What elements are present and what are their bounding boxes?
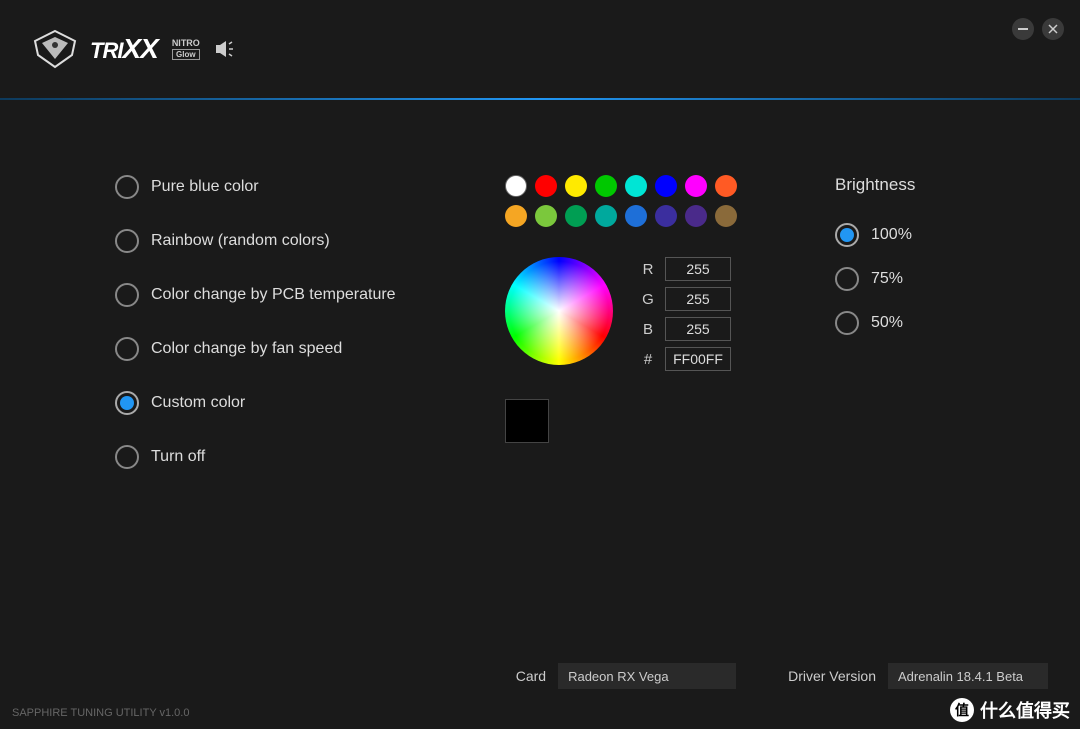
swatch-10[interactable] (565, 205, 587, 227)
mode-custom[interactable]: Custom color (115, 391, 445, 415)
watermark: 值 什么值得买 (950, 697, 1070, 723)
swatch-grid (505, 175, 745, 227)
swatch-15[interactable] (715, 205, 737, 227)
radio-icon (115, 391, 139, 415)
swatch-6[interactable] (685, 175, 707, 197)
swatch-12[interactable] (625, 205, 647, 227)
minimize-icon (1018, 28, 1028, 30)
g-input[interactable] (665, 287, 731, 311)
card-value: Radeon RX Vega (558, 663, 736, 689)
mode-label: Turn off (151, 448, 205, 466)
brightness-options: 100% 75% 50% (835, 223, 1015, 335)
mode-pcb-temp[interactable]: Color change by PCB temperature (115, 283, 445, 307)
swatch-9[interactable] (535, 205, 557, 227)
hex-row: # (641, 347, 731, 371)
swatch-0[interactable] (505, 175, 527, 197)
main-content: Pure blue color Rainbow (random colors) Co… (0, 100, 1080, 663)
swatch-7[interactable] (715, 175, 737, 197)
brightness-b75[interactable]: 75% (835, 267, 1015, 291)
swatch-14[interactable] (685, 205, 707, 227)
watermark-text: 什么值得买 (980, 697, 1070, 723)
r-input[interactable] (665, 257, 731, 281)
color-picker-column: R G B # (505, 175, 775, 633)
driver-value: Adrenalin 18.4.1 Beta (888, 663, 1048, 689)
mode-label: Pure blue color (151, 178, 259, 196)
mode-fan-speed[interactable]: Color change by fan speed (115, 337, 445, 361)
r-label: R (641, 261, 655, 278)
watermark-icon: 值 (950, 698, 974, 722)
mode-selection-column: Pure blue color Rainbow (random colors) Co… (115, 175, 445, 633)
radio-icon (835, 311, 859, 335)
radio-icon (835, 223, 859, 247)
brightness-column: Brightness 100% 75% 50% (835, 175, 1015, 633)
mode-label: Color change by fan speed (151, 340, 342, 358)
sound-icon (214, 40, 234, 58)
minimize-button[interactable] (1012, 18, 1034, 40)
color-wheel[interactable] (505, 257, 613, 365)
brightness-b50[interactable]: 50% (835, 311, 1015, 335)
radio-icon (835, 267, 859, 291)
mode-label: Custom color (151, 394, 245, 412)
mode-rainbow[interactable]: Rainbow (random colors) (115, 229, 445, 253)
swatch-1[interactable] (535, 175, 557, 197)
sapphire-logo-icon (30, 29, 80, 69)
picker-row: R G B # (505, 257, 775, 371)
hex-input[interactable] (665, 347, 731, 371)
radio-icon (115, 283, 139, 307)
nitro-glow-badge: NITRO Glow (172, 38, 200, 60)
product-name: TRIXX (90, 33, 158, 65)
app-header: TRIXX NITRO Glow (0, 0, 1080, 98)
color-preview (505, 399, 549, 443)
version-text: SAPPHIRE TUNING UTILITY v1.0.0 (0, 707, 1080, 729)
swatch-11[interactable] (595, 205, 617, 227)
swatch-8[interactable] (505, 205, 527, 227)
b-label: B (641, 321, 655, 338)
mode-label: Color change by PCB temperature (151, 286, 396, 304)
g-label: G (641, 291, 655, 308)
b-input[interactable] (665, 317, 731, 341)
info-row: Card Radeon RX Vega Driver Version Adren… (0, 663, 1080, 707)
radio-icon (115, 229, 139, 253)
brightness-label: 50% (871, 314, 903, 332)
window-controls (1012, 18, 1064, 40)
g-row: G (641, 287, 731, 311)
mode-off[interactable]: Turn off (115, 445, 445, 469)
logo-group: TRIXX NITRO Glow (30, 29, 234, 69)
mode-label: Rainbow (random colors) (151, 232, 330, 250)
close-button[interactable] (1042, 18, 1064, 40)
brightness-title: Brightness (835, 175, 1015, 195)
radio-icon (115, 175, 139, 199)
swatch-2[interactable] (565, 175, 587, 197)
mode-pure-blue[interactable]: Pure blue color (115, 175, 445, 199)
driver-label: Driver Version (788, 668, 876, 684)
r-row: R (641, 257, 731, 281)
bottom-section: Card Radeon RX Vega Driver Version Adren… (0, 663, 1080, 729)
radio-icon (115, 337, 139, 361)
card-label: Card (516, 668, 546, 684)
b-row: B (641, 317, 731, 341)
brightness-label: 100% (871, 226, 912, 244)
swatch-4[interactable] (625, 175, 647, 197)
close-icon (1048, 24, 1058, 34)
brightness-b100[interactable]: 100% (835, 223, 1015, 247)
rgb-inputs: R G B # (641, 257, 731, 371)
radio-icon (115, 445, 139, 469)
swatch-13[interactable] (655, 205, 677, 227)
brightness-label: 75% (871, 270, 903, 288)
swatch-3[interactable] (595, 175, 617, 197)
swatch-5[interactable] (655, 175, 677, 197)
hex-label: # (641, 351, 655, 368)
